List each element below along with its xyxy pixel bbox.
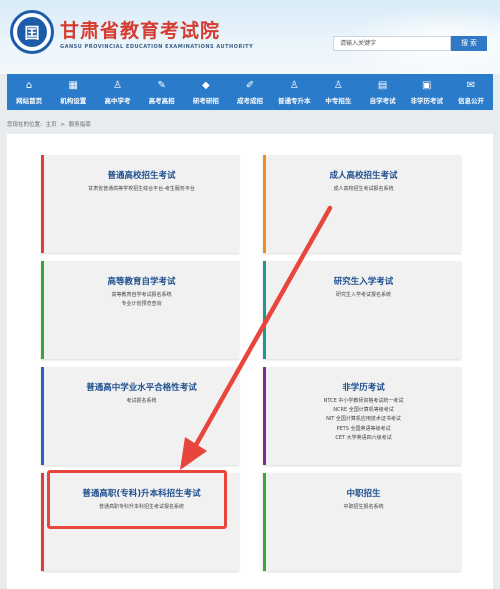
annotation-arrow [180, 205, 333, 470]
arrow-head [180, 437, 207, 470]
arrow-shaft [189, 205, 333, 455]
